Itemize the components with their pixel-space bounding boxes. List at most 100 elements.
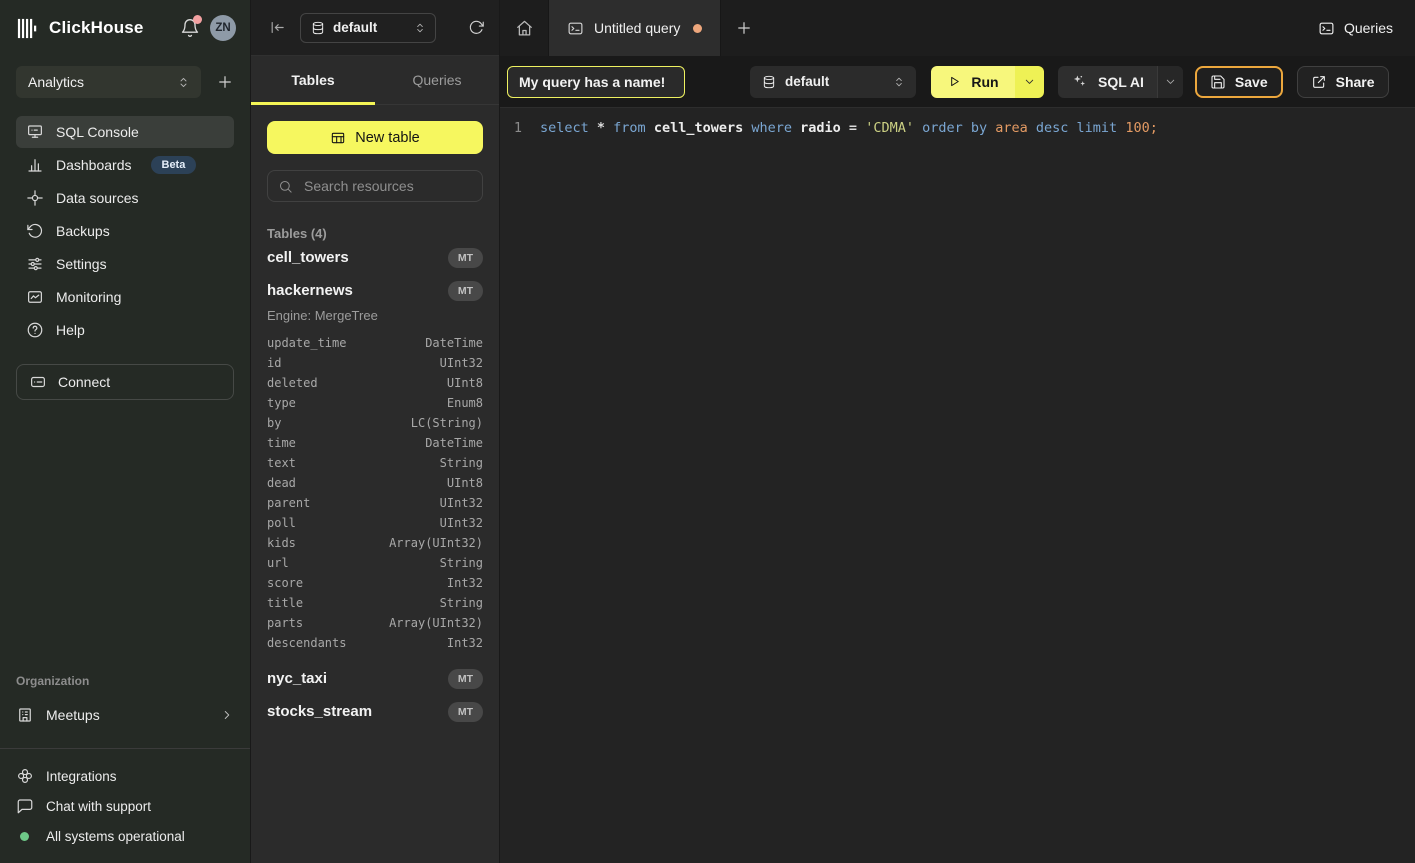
- workspace-selector[interactable]: Analytics: [16, 66, 201, 98]
- connect-button[interactable]: Connect: [16, 364, 234, 400]
- column-row: idUInt32: [267, 353, 483, 373]
- run-button[interactable]: Run: [931, 66, 1015, 98]
- chevrons-updown-icon: [892, 75, 906, 89]
- sidebar-item-label: Settings: [56, 256, 107, 272]
- share-button[interactable]: Share: [1297, 66, 1389, 98]
- column-row: scoreInt32: [267, 573, 483, 593]
- sliders-icon: [26, 255, 44, 273]
- sql-token: cell_towers: [654, 118, 752, 138]
- integrations-icon: [16, 767, 34, 785]
- toolbar-database-value: default: [785, 74, 829, 89]
- terminal-icon: [567, 20, 584, 37]
- table-name: cell_towers: [267, 249, 349, 266]
- add-workspace-button[interactable]: [216, 73, 234, 91]
- queries-button[interactable]: Queries: [1318, 0, 1393, 56]
- sql-token: desc: [1036, 118, 1077, 138]
- play-icon: [947, 74, 962, 89]
- bar-chart-icon: [26, 156, 44, 174]
- sidebar-item-data-sources[interactable]: Data sources: [16, 182, 234, 214]
- table-row-stocks-stream[interactable]: stocks_stream MT: [267, 695, 483, 728]
- chat-bubble-icon: [16, 797, 34, 815]
- table-row-hackernews[interactable]: hackernews MT: [267, 274, 483, 307]
- sql-token: 100;: [1125, 118, 1158, 138]
- query-tabstrip: Untitled query Queries: [500, 0, 1415, 56]
- workspace-selector-value: Analytics: [28, 74, 84, 90]
- organization-heading: Organization: [16, 674, 234, 688]
- table-row-nyc-taxi[interactable]: nyc_taxi MT: [267, 662, 483, 695]
- query-tab-title: Untitled query: [594, 20, 680, 36]
- sql-token: select: [540, 118, 597, 138]
- query-name-input[interactable]: [507, 66, 685, 98]
- new-table-button[interactable]: New table: [267, 121, 483, 154]
- sql-editor[interactable]: 1select * from cell_towers where radio =…: [500, 108, 1415, 863]
- column-row: urlString: [267, 553, 483, 573]
- query-toolbar: default Run: [500, 56, 1415, 108]
- share-icon: [1311, 74, 1327, 90]
- sql-ai-caret[interactable]: [1157, 66, 1183, 98]
- run-button-label: Run: [971, 74, 998, 90]
- column-row: partsArray(UInt32): [267, 613, 483, 633]
- save-floppy-icon: [1210, 74, 1226, 90]
- column-row: kidsArray(UInt32): [267, 533, 483, 553]
- help-circle-icon: [26, 321, 44, 339]
- sidebar-item-backups[interactable]: Backups: [16, 215, 234, 247]
- editor-line-1: 1select * from cell_towers where radio =…: [510, 118, 1415, 138]
- refresh-icon[interactable]: [468, 19, 485, 36]
- collapse-panel-icon[interactable]: [269, 19, 286, 36]
- sidebar-item-help[interactable]: Help: [16, 314, 234, 346]
- chat-support-link[interactable]: Chat with support: [16, 791, 234, 821]
- run-options-caret[interactable]: [1015, 66, 1044, 98]
- sidebar-item-sql-console[interactable]: SQL Console: [16, 116, 234, 148]
- tables-section-heading: Tables (4): [267, 226, 483, 241]
- monitor-icon: [26, 123, 44, 141]
- footer-item-label: Chat with support: [46, 799, 151, 814]
- column-row: descendantsInt32: [267, 633, 483, 653]
- footer-item-label: Integrations: [46, 769, 117, 784]
- avatar[interactable]: ZN: [210, 15, 236, 41]
- sidebar-item-meetups[interactable]: Meetups: [16, 698, 234, 731]
- sql-token: area: [995, 118, 1036, 138]
- building-icon: [16, 706, 34, 724]
- new-query-tab-button[interactable]: [721, 0, 767, 56]
- tab-tables[interactable]: Tables: [251, 56, 375, 104]
- column-row: typeEnum8: [267, 393, 483, 413]
- table-name: nyc_taxi: [267, 670, 327, 687]
- sql-token: order: [922, 118, 971, 138]
- sql-token: limit: [1077, 118, 1126, 138]
- column-row: titleString: [267, 593, 483, 613]
- notifications-bell-icon[interactable]: [180, 18, 200, 38]
- table-name: hackernews: [267, 282, 353, 299]
- integrations-link[interactable]: Integrations: [16, 761, 234, 791]
- search-input[interactable]: [302, 177, 472, 195]
- sql-token: by: [971, 118, 995, 138]
- app: ClickHouse ZN Analytics: [0, 0, 1415, 863]
- connect-icon: [29, 373, 47, 391]
- run-button-group: Run: [931, 66, 1044, 98]
- chevron-right-icon: [220, 708, 234, 722]
- database-icon: [762, 75, 776, 89]
- sql-ai-button[interactable]: SQL AI: [1058, 66, 1157, 98]
- database-selector[interactable]: default: [300, 13, 436, 43]
- table-row-cell-towers[interactable]: cell_towers MT: [267, 241, 483, 274]
- beta-badge: Beta: [151, 156, 197, 174]
- sql-token: radio: [800, 118, 849, 138]
- save-button[interactable]: Save: [1195, 66, 1283, 98]
- column-row: update_timeDateTime: [267, 333, 483, 353]
- system-status-link[interactable]: All systems operational: [16, 821, 234, 851]
- sidebar-item-label: Backups: [56, 223, 110, 239]
- tab-queries[interactable]: Queries: [375, 56, 499, 104]
- query-tab[interactable]: Untitled query: [548, 0, 721, 56]
- organization-section: Organization Meetups: [0, 674, 250, 731]
- sidebar-item-label: Help: [56, 322, 85, 338]
- sidebar-item-settings[interactable]: Settings: [16, 248, 234, 280]
- sidebar-item-dashboards[interactable]: Dashboards Beta: [16, 149, 234, 181]
- connect-button-label: Connect: [58, 374, 110, 390]
- home-button[interactable]: [500, 0, 548, 56]
- sidebar-item-monitoring[interactable]: Monitoring: [16, 281, 234, 313]
- sql-ai-button-group: SQL AI: [1058, 66, 1183, 98]
- toolbar-database-selector[interactable]: default: [750, 66, 916, 98]
- sidebar-item-label: Data sources: [56, 190, 138, 206]
- queries-button-label: Queries: [1344, 20, 1393, 36]
- status-green-dot: [20, 832, 29, 841]
- activity-chart-icon: [26, 288, 44, 306]
